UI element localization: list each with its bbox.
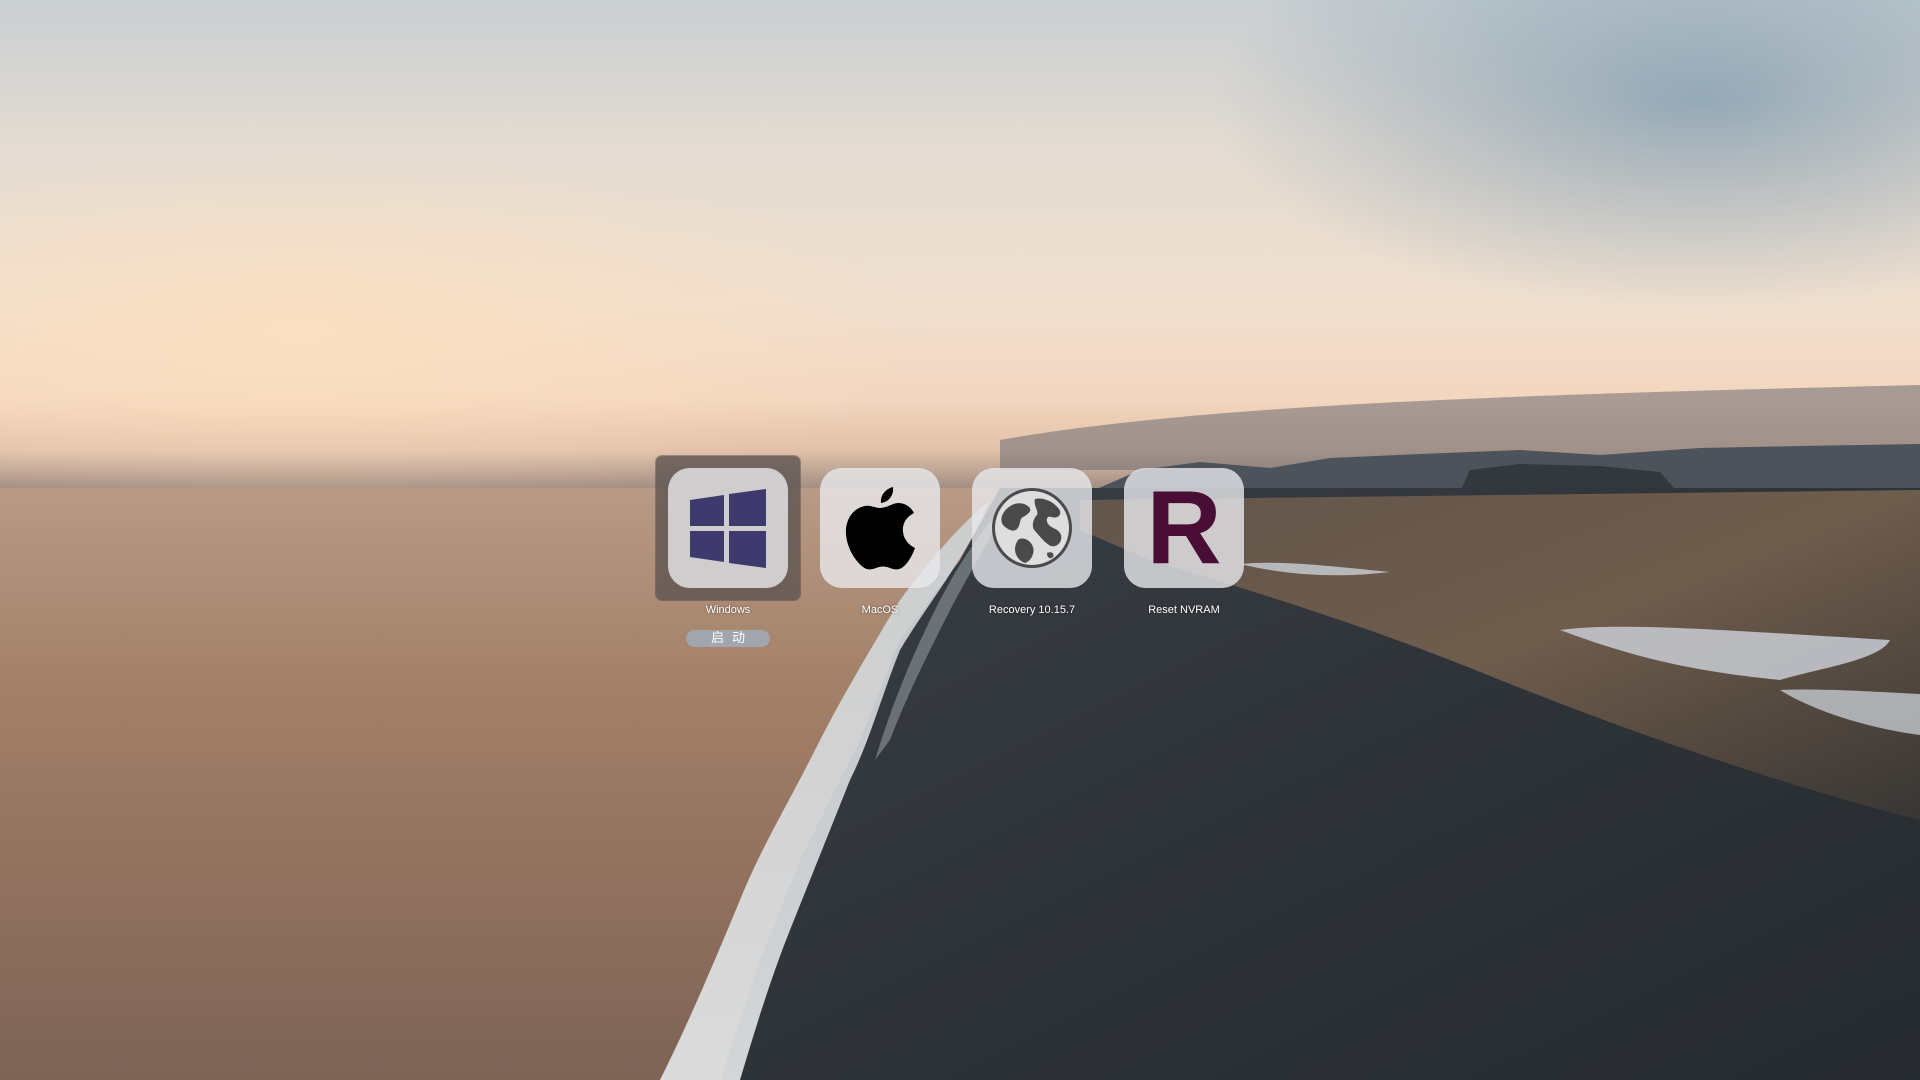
boot-entry-label: Recovery 10.15.7 (988, 604, 1076, 616)
windows-tile[interactable] (668, 468, 788, 588)
macos-tile[interactable] (820, 468, 940, 588)
boot-entry-macos[interactable]: MacOS (808, 456, 952, 636)
boot-entry-label: Reset NVRAM (1148, 604, 1220, 616)
boot-entry-label: Windows (705, 604, 751, 616)
boot-entry-label: MacOS (861, 604, 899, 616)
apple-icon (845, 487, 915, 570)
r-letter-icon: R (1146, 470, 1222, 586)
boot-entry-recovery[interactable]: Recovery 10.15.7 (960, 456, 1104, 636)
recovery-tile[interactable] (972, 468, 1092, 588)
boot-entry-reset-nvram[interactable]: R Reset NVRAM (1112, 456, 1256, 636)
start-button[interactable]: 启动 (686, 630, 770, 647)
globe-icon (992, 488, 1072, 568)
reset-nvram-tile[interactable]: R (1124, 468, 1244, 588)
desktop-screen: Windows MacOS Recovery 10.15.7 R Reset N… (0, 0, 1920, 1080)
windows-icon (690, 489, 766, 568)
boot-entry-windows[interactable]: Windows (656, 456, 800, 636)
